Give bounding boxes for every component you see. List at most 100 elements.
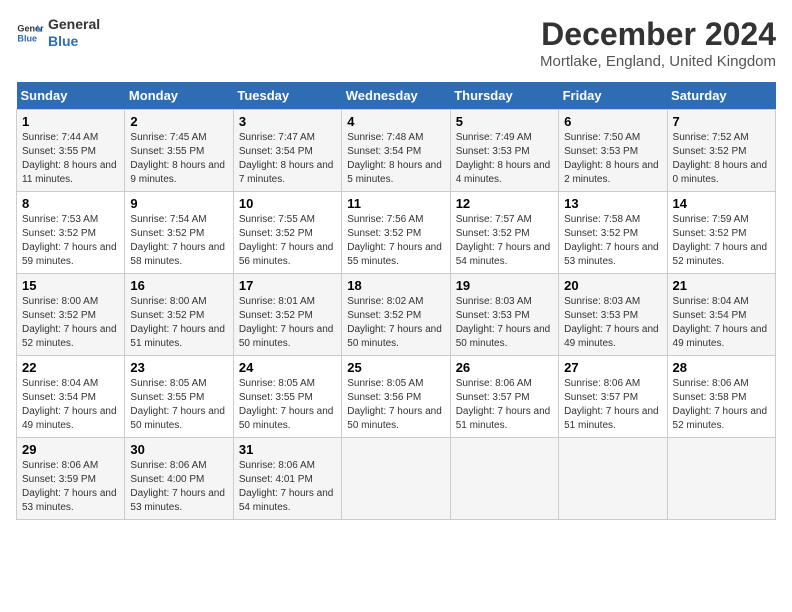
day-number: 30 bbox=[130, 442, 227, 457]
calendar-day-header: Thursday bbox=[450, 82, 558, 110]
day-info: Sunrise: 8:03 AMSunset: 3:53 PMDaylight:… bbox=[456, 296, 551, 349]
day-info: Sunrise: 7:48 AMSunset: 3:54 PMDaylight:… bbox=[347, 132, 442, 185]
calendar-day-cell: 7 Sunrise: 7:52 AMSunset: 3:52 PMDaylight… bbox=[667, 110, 775, 192]
day-info: Sunrise: 7:56 AMSunset: 3:52 PMDaylight:… bbox=[347, 214, 442, 267]
day-number: 10 bbox=[239, 196, 336, 211]
calendar-day-cell: 19 Sunrise: 8:03 AMSunset: 3:53 PMDayligh… bbox=[450, 274, 558, 356]
calendar-week-row: 29 Sunrise: 8:06 AMSunset: 3:59 PMDayligh… bbox=[17, 438, 776, 520]
day-number: 16 bbox=[130, 278, 227, 293]
calendar-day-cell: 24 Sunrise: 8:05 AMSunset: 3:55 PMDayligh… bbox=[233, 356, 341, 438]
day-number: 18 bbox=[347, 278, 444, 293]
day-info: Sunrise: 8:05 AMSunset: 3:56 PMDaylight:… bbox=[347, 378, 442, 431]
day-info: Sunrise: 8:02 AMSunset: 3:52 PMDaylight:… bbox=[347, 296, 442, 349]
day-number: 14 bbox=[673, 196, 770, 211]
day-number: 4 bbox=[347, 114, 444, 129]
calendar-day-cell: 23 Sunrise: 8:05 AMSunset: 3:55 PMDayligh… bbox=[125, 356, 233, 438]
day-info: Sunrise: 8:06 AMSunset: 3:57 PMDaylight:… bbox=[456, 378, 551, 431]
calendar-day-cell: 3 Sunrise: 7:47 AMSunset: 3:54 PMDaylight… bbox=[233, 110, 341, 192]
day-info: Sunrise: 8:01 AMSunset: 3:52 PMDaylight:… bbox=[239, 296, 334, 349]
logo-icon: General Blue bbox=[16, 19, 44, 47]
day-info: Sunrise: 8:00 AMSunset: 3:52 PMDaylight:… bbox=[130, 296, 225, 349]
day-info: Sunrise: 7:55 AMSunset: 3:52 PMDaylight:… bbox=[239, 214, 334, 267]
day-number: 3 bbox=[239, 114, 336, 129]
calendar-day-cell: 11 Sunrise: 7:56 AMSunset: 3:52 PMDayligh… bbox=[342, 192, 450, 274]
calendar-day-cell: 20 Sunrise: 8:03 AMSunset: 3:53 PMDayligh… bbox=[559, 274, 667, 356]
day-number: 28 bbox=[673, 360, 770, 375]
day-number: 5 bbox=[456, 114, 553, 129]
day-info: Sunrise: 7:57 AMSunset: 3:52 PMDaylight:… bbox=[456, 214, 551, 267]
subtitle: Mortlake, England, United Kingdom bbox=[540, 53, 776, 70]
calendar-day-header: Wednesday bbox=[342, 82, 450, 110]
day-info: Sunrise: 7:53 AMSunset: 3:52 PMDaylight:… bbox=[22, 214, 117, 267]
calendar-day-cell: 2Sunrise: 7:45 AMSunset: 3:55 PMDaylight… bbox=[125, 110, 233, 192]
day-info: Sunrise: 8:04 AMSunset: 3:54 PMDaylight:… bbox=[22, 378, 117, 431]
day-info: Sunrise: 8:05 AMSunset: 3:55 PMDaylight:… bbox=[130, 378, 225, 431]
day-number: 12 bbox=[456, 196, 553, 211]
calendar-day-cell: 15Sunrise: 8:00 AMSunset: 3:52 PMDayligh… bbox=[17, 274, 125, 356]
day-number: 31 bbox=[239, 442, 336, 457]
day-number: 9 bbox=[130, 196, 227, 211]
day-number: 19 bbox=[456, 278, 553, 293]
day-info: Sunrise: 7:52 AMSunset: 3:52 PMDaylight:… bbox=[673, 132, 768, 185]
day-info: Sunrise: 7:50 AMSunset: 3:53 PMDaylight:… bbox=[564, 132, 659, 185]
calendar-day-cell: 8 Sunrise: 7:53 AMSunset: 3:52 PMDaylight… bbox=[17, 192, 125, 274]
day-number: 7 bbox=[673, 114, 770, 129]
day-number: 15 bbox=[22, 278, 119, 293]
logo-line2: Blue bbox=[48, 33, 100, 50]
calendar-day-cell: 17 Sunrise: 8:01 AMSunset: 3:52 PMDayligh… bbox=[233, 274, 341, 356]
calendar-week-row: 8 Sunrise: 7:53 AMSunset: 3:52 PMDaylight… bbox=[17, 192, 776, 274]
day-number: 25 bbox=[347, 360, 444, 375]
day-info: Sunrise: 8:06 AMSunset: 3:57 PMDaylight:… bbox=[564, 378, 659, 431]
calendar-day-cell: 29 Sunrise: 8:06 AMSunset: 3:59 PMDayligh… bbox=[17, 438, 125, 520]
calendar-day-cell: 25 Sunrise: 8:05 AMSunset: 3:56 PMDayligh… bbox=[342, 356, 450, 438]
day-number: 17 bbox=[239, 278, 336, 293]
calendar-day-header: Monday bbox=[125, 82, 233, 110]
calendar-day-cell: 22 Sunrise: 8:04 AMSunset: 3:54 PMDayligh… bbox=[17, 356, 125, 438]
day-info: Sunrise: 8:06 AMSunset: 3:58 PMDaylight:… bbox=[673, 378, 768, 431]
calendar-day-cell: 30 Sunrise: 8:06 AMSunset: 4:00 PMDayligh… bbox=[125, 438, 233, 520]
day-number: 8 bbox=[22, 196, 119, 211]
day-info: Sunrise: 8:06 AMSunset: 4:00 PMDaylight:… bbox=[130, 460, 225, 513]
day-info: Sunrise: 8:06 AMSunset: 3:59 PMDaylight:… bbox=[22, 460, 117, 513]
calendar-day-cell: 9 Sunrise: 7:54 AMSunset: 3:52 PMDaylight… bbox=[125, 192, 233, 274]
day-number: 29 bbox=[22, 442, 119, 457]
day-number: 21 bbox=[673, 278, 770, 293]
calendar-week-row: 22 Sunrise: 8:04 AMSunset: 3:54 PMDayligh… bbox=[17, 356, 776, 438]
day-number: 24 bbox=[239, 360, 336, 375]
day-number: 11 bbox=[347, 196, 444, 211]
calendar-day-cell: 5 Sunrise: 7:49 AMSunset: 3:53 PMDaylight… bbox=[450, 110, 558, 192]
calendar-day-cell: 27 Sunrise: 8:06 AMSunset: 3:57 PMDayligh… bbox=[559, 356, 667, 438]
day-info: Sunrise: 7:49 AMSunset: 3:53 PMDaylight:… bbox=[456, 132, 551, 185]
day-info: Sunrise: 8:05 AMSunset: 3:55 PMDaylight:… bbox=[239, 378, 334, 431]
calendar-day-header: Saturday bbox=[667, 82, 775, 110]
day-number: 22 bbox=[22, 360, 119, 375]
day-number: 27 bbox=[564, 360, 661, 375]
calendar-day-header: Friday bbox=[559, 82, 667, 110]
calendar-day-cell bbox=[667, 438, 775, 520]
day-info: Sunrise: 7:44 AMSunset: 3:55 PMDaylight:… bbox=[22, 132, 117, 185]
day-number: 13 bbox=[564, 196, 661, 211]
calendar-week-row: 1 Sunrise: 7:44 AMSunset: 3:55 PMDaylight… bbox=[17, 110, 776, 192]
calendar-day-cell: 21Sunrise: 8:04 AMSunset: 3:54 PMDayligh… bbox=[667, 274, 775, 356]
day-number: 23 bbox=[130, 360, 227, 375]
calendar-table: SundayMondayTuesdayWednesdayThursdayFrid… bbox=[16, 82, 776, 520]
page-header: General Blue General Blue December 2024 … bbox=[16, 16, 776, 70]
day-number: 1 bbox=[22, 114, 119, 129]
day-info: Sunrise: 8:03 AMSunset: 3:53 PMDaylight:… bbox=[564, 296, 659, 349]
title-block: December 2024 Mortlake, England, United … bbox=[540, 16, 776, 70]
calendar-day-cell: 28 Sunrise: 8:06 AMSunset: 3:58 PMDayligh… bbox=[667, 356, 775, 438]
calendar-day-cell: 13Sunrise: 7:58 AMSunset: 3:52 PMDayligh… bbox=[559, 192, 667, 274]
calendar-day-cell: 16 Sunrise: 8:00 AMSunset: 3:52 PMDayligh… bbox=[125, 274, 233, 356]
calendar-day-cell: 10 Sunrise: 7:55 AMSunset: 3:52 PMDayligh… bbox=[233, 192, 341, 274]
calendar-day-cell bbox=[559, 438, 667, 520]
day-info: Sunrise: 7:54 AMSunset: 3:52 PMDaylight:… bbox=[130, 214, 225, 267]
day-number: 20 bbox=[564, 278, 661, 293]
calendar-day-cell: 18 Sunrise: 8:02 AMSunset: 3:52 PMDayligh… bbox=[342, 274, 450, 356]
day-info: Sunrise: 7:47 AMSunset: 3:54 PMDaylight:… bbox=[239, 132, 334, 185]
day-info: Sunrise: 7:59 AMSunset: 3:52 PMDaylight:… bbox=[673, 214, 768, 267]
calendar-day-cell: 14 Sunrise: 7:59 AMSunset: 3:52 PMDayligh… bbox=[667, 192, 775, 274]
calendar-week-row: 15 Sunrise: 8:00 AMSunset: 3:52 PMDayligh… bbox=[17, 274, 776, 356]
day-info: Sunrise: 8:06 AMSunset: 4:01 PMDaylight:… bbox=[239, 460, 334, 513]
calendar-day-cell: 4 Sunrise: 7:48 AMSunset: 3:54 PMDaylight… bbox=[342, 110, 450, 192]
day-info: Sunrise: 7:45 AMSunset: 3:55 PMDaylight:… bbox=[130, 132, 225, 185]
